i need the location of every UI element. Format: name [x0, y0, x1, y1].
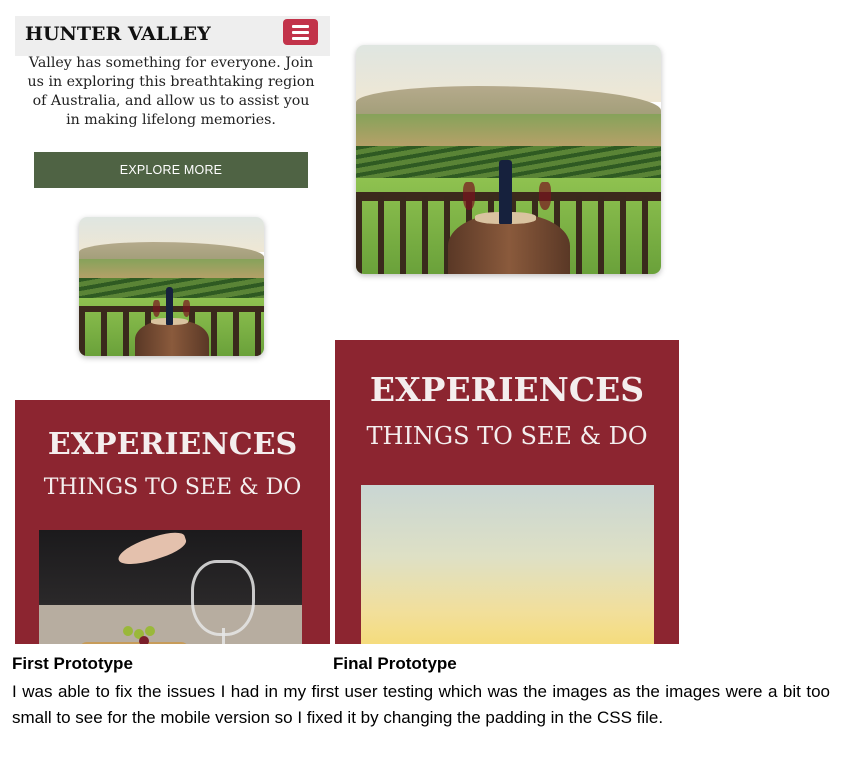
- vineyard-image-small: [79, 217, 264, 356]
- site-brand[interactable]: HUNTER VALLEY: [25, 23, 211, 45]
- hamburger-menu-icon[interactable]: [283, 19, 318, 45]
- first-prototype-caption: First Prototype: [12, 654, 133, 673]
- experiences-subtitle: THINGS TO SEE & DO: [366, 422, 648, 450]
- site-header: HUNTER VALLEY: [15, 16, 330, 56]
- experiences-title: EXPERIENCES: [369, 370, 645, 409]
- explore-more-button[interactable]: EXPLORE MORE: [34, 152, 308, 188]
- experiences-panel-final: EXPERIENCES THINGS TO SEE & DO: [335, 340, 679, 644]
- experiences-subtitle: THINGS TO SEE & DO: [43, 475, 302, 500]
- vineyard-image-large: [356, 45, 661, 274]
- description-paragraph: I was able to fix the issues I had in my…: [12, 682, 830, 727]
- final-prototype-caption: Final Prototype: [333, 654, 457, 673]
- sunset-image: [361, 485, 654, 644]
- picnic-image: [39, 530, 302, 644]
- experiences-title: EXPERIENCES: [47, 427, 298, 462]
- intro-text: Valley has something for everyone. Join …: [27, 55, 315, 128]
- experiences-panel-first: EXPERIENCES THINGS TO SEE & DO: [15, 400, 330, 644]
